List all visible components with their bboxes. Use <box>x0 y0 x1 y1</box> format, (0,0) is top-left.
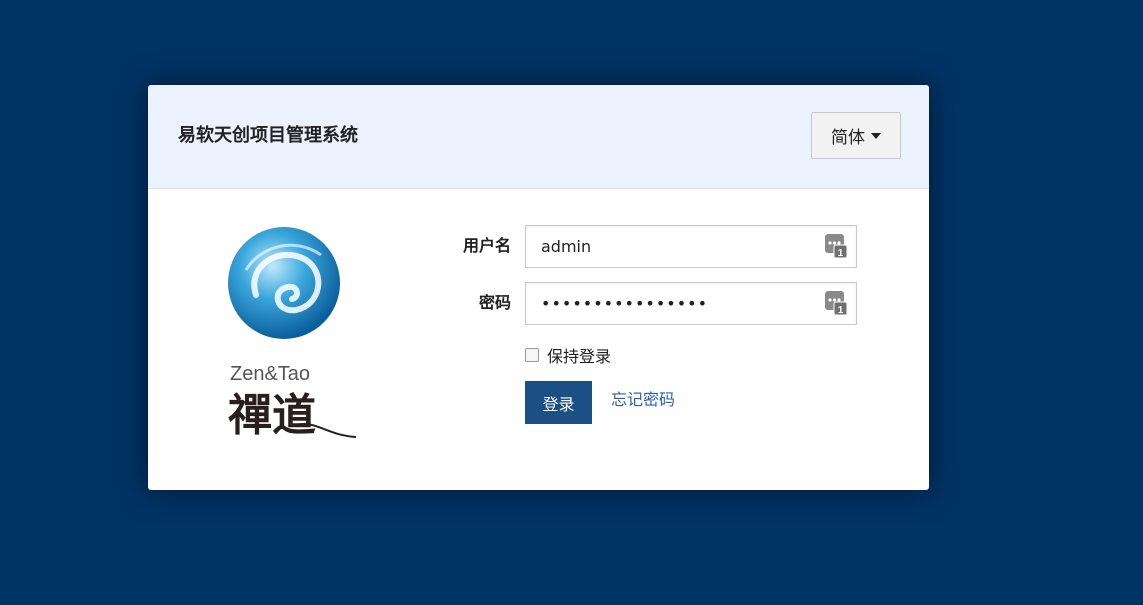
forgot-password-link[interactable]: 忘记密码 <box>611 390 675 410</box>
brand-text: Zen&Tao <box>230 363 310 385</box>
login-panel: 易软天创项目管理系统 简体 Zen&Tao 禪道 用户名 1 密码 <box>148 85 929 490</box>
caret-down-icon <box>871 132 881 139</box>
svg-text:1: 1 <box>838 248 844 258</box>
page-title: 易软天创项目管理系统 <box>178 125 358 146</box>
password-label: 密码 <box>478 293 511 312</box>
brand-chinese: 禪道 <box>228 390 316 441</box>
keep-login-label: 保持登录 <box>547 347 612 366</box>
language-dropdown-button[interactable]: 简体 <box>811 112 901 159</box>
panel-header: 易软天创项目管理系统 简体 <box>148 85 929 189</box>
language-label: 简体 <box>831 128 865 148</box>
password-manager-icon[interactable]: 1 <box>825 291 847 315</box>
zentao-logo: Zen&Tao 禪道 <box>228 227 357 441</box>
username-label: 用户名 <box>462 236 511 255</box>
keep-login-checkbox[interactable] <box>525 348 539 362</box>
login-button[interactable]: 登录 <box>525 381 592 424</box>
password-input[interactable] <box>525 282 857 325</box>
password-manager-icon[interactable]: 1 <box>825 234 847 258</box>
username-input[interactable] <box>525 225 857 268</box>
svg-text:1: 1 <box>838 305 844 315</box>
keep-login-option[interactable]: 保持登录 <box>525 343 611 367</box>
